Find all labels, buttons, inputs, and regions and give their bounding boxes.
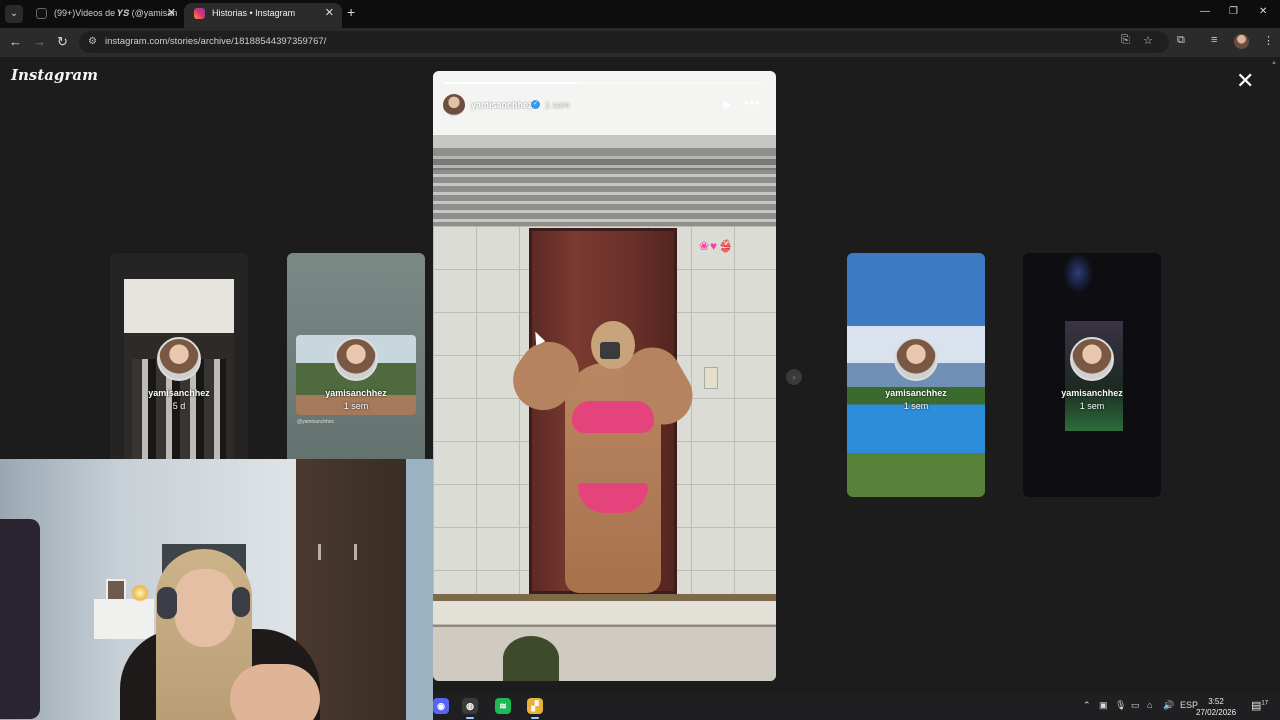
tab-close-icon[interactable]: ✕: [167, 3, 176, 24]
next-story-icon[interactable]: ›: [786, 369, 802, 385]
volume-icon[interactable]: 🔊: [1163, 700, 1174, 711]
story-image-switch: [704, 367, 718, 389]
reload-button[interactable]: ↻: [57, 34, 68, 50]
page-scrollbar[interactable]: ▲: [1271, 60, 1277, 690]
tab-instagram[interactable]: Historias • Instagram ✕: [184, 3, 342, 28]
story-username: yamisanchhez: [148, 388, 210, 398]
back-button[interactable]: ←: [9, 34, 22, 49]
tab-title: (99+)Videos de 𝒀𝑺 (@yamisan: [54, 8, 178, 18]
tray-device-icon[interactable]: ▣: [1099, 700, 1108, 711]
profile-avatar[interactable]: [1234, 34, 1249, 49]
story-progress-fill: [443, 82, 579, 84]
webcam-handle: [354, 544, 357, 560]
clock-date: 27/02/2026: [1196, 708, 1237, 717]
main-story[interactable]: ❀♥👙 yamisanchhez ✓ 1 sem ▶ •••: [433, 71, 776, 681]
minimize-button[interactable]: —: [1200, 6, 1210, 17]
webcam-window: [406, 459, 433, 720]
story-sticker: ❀♥👙: [699, 239, 735, 253]
url-text[interactable]: instagram.com/stories/archive/1818854439…: [105, 36, 326, 47]
story-image-sink: [433, 594, 776, 681]
story-avatar: [1070, 337, 1114, 381]
tab-title: Historias • Instagram: [212, 8, 296, 18]
story-time: 1 sem: [903, 401, 929, 411]
story-caption: @yamisanchhez: [297, 419, 335, 425]
tiktok-favicon-icon: [36, 8, 47, 19]
clock-time: 3:52: [1208, 697, 1224, 706]
discord-icon[interactable]: ◉: [433, 698, 449, 714]
play-icon[interactable]: ▶: [723, 98, 731, 111]
notification-center-icon[interactable]: ▤17: [1251, 699, 1268, 712]
story-time: 1 sem: [343, 401, 369, 411]
story-avatar: [894, 337, 938, 381]
verified-badge-icon: ✓: [531, 100, 540, 109]
story-time: 5 d: [172, 401, 186, 411]
webcam-handle: [318, 544, 321, 560]
spotify-icon[interactable]: ≋: [495, 698, 511, 714]
menu-kebab-icon[interactable]: ⋮: [1263, 34, 1274, 47]
instagram-favicon-icon: [194, 8, 205, 19]
network-icon[interactable]: ⌂: [1147, 700, 1152, 710]
webcam-person-face: [175, 569, 235, 647]
webcam-lamp: [131, 584, 149, 602]
browser-toolbar: ← → ↻ ⚙ instagram.com/stories/archive/18…: [0, 28, 1280, 57]
story-avatar: [334, 337, 378, 381]
bookmark-star-icon[interactable]: ☆: [1143, 34, 1153, 47]
story-image-phone: [600, 342, 620, 359]
story-thumbnail-glow: [1063, 253, 1093, 293]
story-time: 1 sem: [1079, 401, 1105, 411]
story-image-bikini-top: [572, 401, 654, 433]
story-progress-bar: [443, 82, 765, 84]
story-username: yamisanchhez: [325, 388, 387, 398]
windows-taskbar: ◉ ◍ ≋ ▞ ⌃ ▣ 🎙 ▭ ⌂ 🔊 ESP: [433, 693, 1280, 720]
story-image-ceiling: [433, 71, 776, 231]
scroll-up-icon[interactable]: ▲: [1271, 60, 1277, 66]
story-author-username[interactable]: yamisanchhez: [471, 100, 533, 110]
story-image-plant: [503, 636, 559, 681]
tab-close-icon[interactable]: ✕: [325, 3, 334, 24]
story-time: 1 sem: [545, 100, 570, 110]
restore-button[interactable]: ❐: [1229, 6, 1238, 17]
install-app-icon[interactable]: ⎘: [1121, 34, 1130, 47]
webcam-photo: [106, 579, 126, 601]
story-avatar: [157, 337, 201, 381]
active-app-indicator: [466, 717, 474, 719]
address-bar[interactable]: ⚙ instagram.com/stories/archive/18188544…: [79, 31, 1169, 53]
story-preview-4[interactable]: yamisanchhez 1 sem: [1023, 253, 1161, 497]
story-author-avatar[interactable]: [443, 94, 465, 116]
forward-button[interactable]: →: [33, 34, 46, 49]
tray-chevron-icon[interactable]: ⌃: [1083, 700, 1091, 711]
site-info-icon[interactable]: ⚙: [88, 36, 97, 47]
tab-search-button[interactable]: ⌄: [5, 5, 23, 23]
microphone-icon[interactable]: 🎙: [1115, 700, 1126, 711]
story-username: yamisanchhez: [885, 388, 947, 398]
headset-icon: [232, 587, 250, 617]
active-app-indicator: [531, 717, 539, 719]
notification-count: 17: [1261, 700, 1269, 707]
story-preview-3[interactable]: yamisanchhez 1 sem: [847, 253, 985, 497]
extensions-icon[interactable]: ⧉: [1177, 34, 1185, 47]
story-username: yamisanchhez: [1061, 388, 1123, 398]
new-tab-button[interactable]: +: [347, 4, 355, 20]
instagram-logo[interactable]: Instagram: [11, 66, 98, 84]
media-controls-icon[interactable]: ≡: [1211, 34, 1217, 46]
webcam-chair: [0, 519, 40, 719]
more-options-icon[interactable]: •••: [744, 95, 761, 110]
display-icon[interactable]: ▭: [1131, 700, 1140, 711]
obs-icon[interactable]: ◍: [462, 698, 478, 714]
tab-tiktok[interactable]: (99+)Videos de 𝒀𝑺 (@yamisan ✕: [26, 3, 184, 28]
webcam-overlay: [0, 459, 433, 720]
headset-icon: [157, 587, 177, 619]
tab-strip: ⌄ (99+)Videos de 𝒀𝑺 (@yamisan ✕ Historia…: [0, 0, 1280, 28]
system-clock[interactable]: 3:52 27/02/2026: [1196, 696, 1236, 718]
window-close-button[interactable]: ✕: [1259, 6, 1267, 17]
webcam-person-arm: [230, 664, 320, 720]
webcam-shelf: [94, 599, 154, 639]
close-viewer-icon[interactable]: ✕: [1236, 70, 1254, 92]
file-icon[interactable]: ▞: [527, 698, 543, 714]
